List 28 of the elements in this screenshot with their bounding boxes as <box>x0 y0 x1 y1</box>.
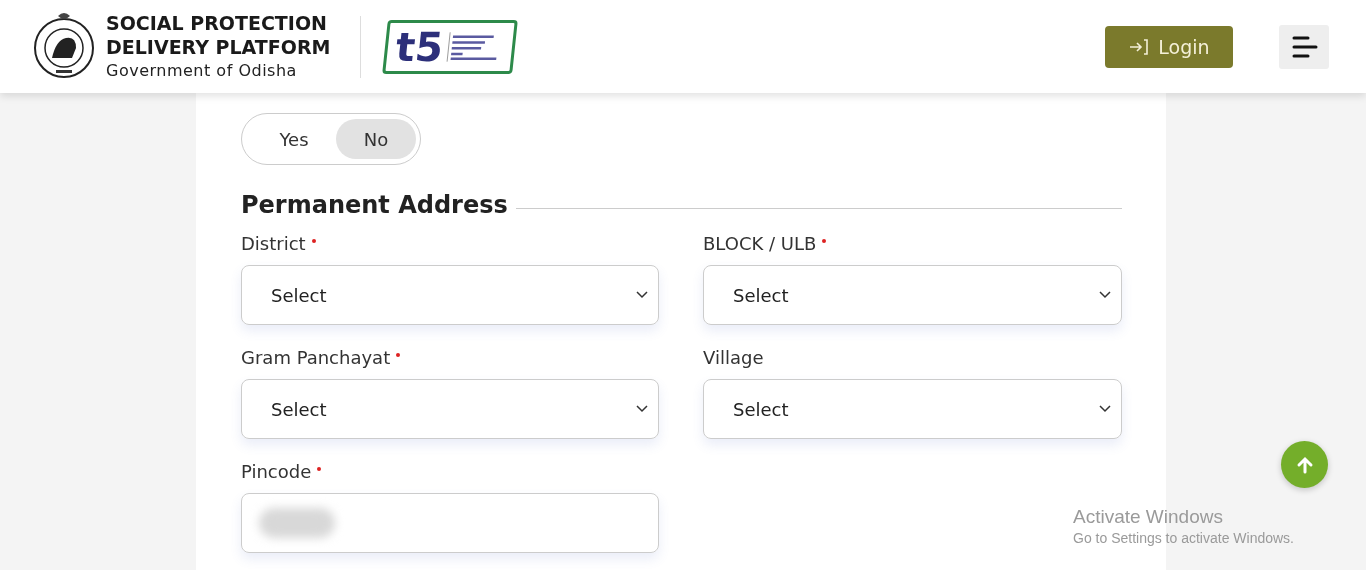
field-label: Gram Panchayat <box>241 347 401 368</box>
chevron-down-icon <box>1099 291 1111 299</box>
toggle-option[interactable]: Yes <box>254 119 334 159</box>
field-label: District <box>241 233 316 254</box>
field-label: BLOCK / ULB <box>703 233 827 254</box>
platform-title: SOCIAL PROTECTION <box>106 10 328 35</box>
menu-button[interactable] <box>1279 24 1329 69</box>
partner-logo: t5 <box>382 19 519 74</box>
select-dropdown[interactable]: Select <box>703 379 1122 439</box>
field-label: Village <box>703 347 764 368</box>
login-icon <box>1128 37 1151 56</box>
select-dropdown[interactable]: Select <box>703 265 1122 325</box>
section-title: Permanent Address <box>241 191 508 219</box>
government-subtitle: Government of Odisha <box>106 59 298 82</box>
select-dropdown[interactable]: Select <box>241 379 659 439</box>
select-dropdown[interactable]: Select <box>241 265 659 325</box>
chevron-down-icon <box>636 405 648 413</box>
toggle-option[interactable]: No <box>336 119 416 159</box>
login-button[interactable]: Login <box>1105 25 1233 68</box>
activation-title: Activate Windows <box>1073 506 1224 528</box>
input-field[interactable] <box>241 493 659 553</box>
chevron-down-icon <box>1099 405 1111 413</box>
menu-icon <box>1290 34 1318 59</box>
platform-title: DELIVERY PLATFORM <box>106 34 331 59</box>
scroll-top-button[interactable] <box>1281 441 1328 488</box>
activation-message: Go to Settings to activate Windows. <box>1073 530 1294 546</box>
chevron-down-icon <box>636 291 648 299</box>
field-label: Pincode <box>241 461 322 482</box>
